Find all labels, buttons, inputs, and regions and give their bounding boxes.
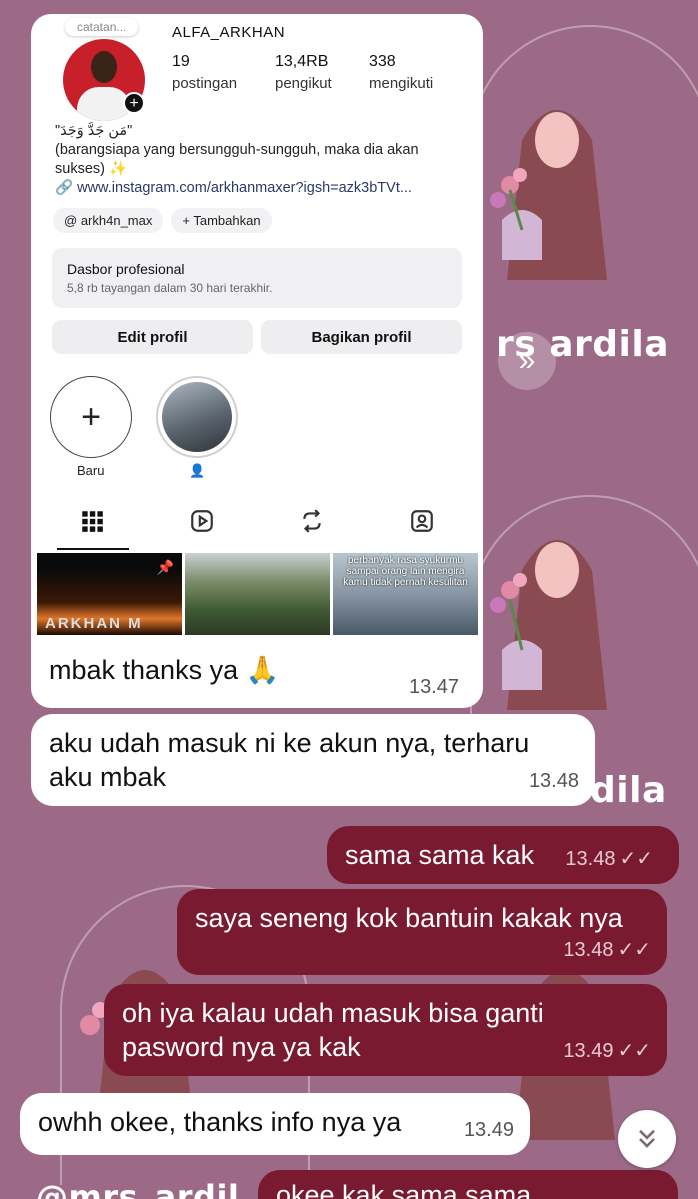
outgoing-message[interactable]: saya seneng kok bantuin kakak nya 13.48 ✓… — [177, 889, 667, 975]
post-thumbnail: 📌 ARKHAN M — [37, 553, 182, 635]
read-ticks-icon: ✓✓ — [617, 939, 651, 961]
outgoing-message[interactable]: sama sama kak 13.48 ✓✓ — [327, 826, 679, 884]
stat-number: 13,4RB — [275, 53, 329, 70]
story-highlight — [156, 376, 238, 458]
thumbnail-text: perbanyak rasa syukurmu sampai orang lai… — [343, 555, 468, 588]
outgoing-message[interactable]: okee kak sama sama — [258, 1170, 678, 1199]
highlight-thumbnail — [162, 382, 232, 452]
avatar-head — [91, 51, 117, 83]
bio-arabic: "مَن جَدَّ وَجَدَ" — [55, 123, 133, 139]
link-icon: 🔗 — [55, 180, 74, 196]
post-thumbnail: perbanyak rasa syukurmu sampai orang lai… — [333, 553, 478, 635]
tagged-person-icon — [411, 510, 433, 532]
message-time: 13.48 ✓✓ — [565, 842, 653, 876]
dashboard-title: Dasbor profesional — [67, 261, 185, 277]
message-time: 13.49 — [463, 1119, 514, 1141]
message-text: sama sama kak — [345, 840, 535, 870]
wallpaper-brand-text: dila — [590, 770, 667, 811]
stat-number: 19 — [172, 53, 190, 70]
share-profile-button: Bagikan profil — [261, 320, 462, 354]
stat-label: pengikut — [275, 75, 332, 92]
time-label: 13.48 — [563, 939, 614, 961]
stat-number: 338 — [369, 53, 396, 70]
add-chip: + Tambahkan — [171, 208, 272, 233]
message-time: 13.47 — [409, 676, 460, 698]
stat-label: postingan — [172, 75, 238, 92]
active-tab-indicator — [57, 548, 129, 550]
message-text: mbak thanks ya 🙏 — [49, 655, 280, 685]
incoming-message[interactable]: owhh okee, thanks info nya ya 13.49 — [20, 1093, 530, 1155]
repost-icon — [303, 509, 321, 533]
message-text: aku udah masuk ni ke akun nya, terharu — [49, 728, 530, 758]
stat-label: mengikuti — [369, 75, 434, 92]
instagram-screenshot-message[interactable]: + catatan... ALFA_ARKHAN 19 postingan 13… — [31, 14, 483, 708]
stat-following: 338 mengikuti — [369, 53, 433, 92]
read-ticks-icon: ✓✓ — [617, 1040, 651, 1062]
post-grid: 📌 ARKHAN M perbanyak rasa syukurmu sampa… — [37, 553, 483, 635]
reels-icon — [191, 510, 213, 532]
reposts-tab — [257, 508, 367, 539]
hijab-girl-illustration — [490, 110, 607, 280]
stat-posts: 19 postingan — [172, 53, 237, 92]
plus-icon: + — [182, 213, 190, 228]
grid-icon — [82, 511, 103, 532]
note-bubble: catatan... — [65, 18, 139, 36]
add-story-icon: + — [123, 92, 145, 114]
profile-chips: @ arkh4n_max + Tambahkan — [53, 208, 272, 233]
add-chip-label: Tambahkan — [193, 213, 261, 228]
read-ticks-icon: ✓✓ — [619, 848, 653, 870]
profile-tabbar — [31, 504, 483, 550]
profile-bio: "مَن جَدَّ وَجَدَ" (barangsiapa yang ber… — [55, 122, 465, 198]
forward-button[interactable]: » — [498, 332, 556, 390]
threads-icon: @ — [64, 213, 78, 228]
message-text: okee kak sama sama — [276, 1180, 532, 1199]
hijab-girl-illustration — [490, 540, 607, 710]
message-time: 13.48 — [528, 770, 579, 792]
grid-tab — [37, 508, 147, 539]
message-time: 13.48 ✓✓ — [563, 933, 651, 967]
profile-username: ALFA_ARKHAN — [172, 24, 286, 41]
double-chevron-down-icon — [639, 1129, 655, 1148]
bio-text: (barangsiapa yang bersungguh-sungguh, ma… — [55, 142, 419, 177]
wallpaper-bottom-text: @mrs_ardil — [36, 1178, 240, 1199]
message-text: owhh okee, thanks info nya ya — [38, 1107, 402, 1137]
new-highlight: + — [50, 376, 132, 458]
plus-icon: + — [81, 397, 101, 436]
threads-chip-label: arkh4n_max — [80, 213, 153, 228]
bio-link: 🔗 www.instagram.com/arkhanmaxer?igsh=azk… — [55, 179, 465, 198]
scroll-to-bottom-button[interactable] — [618, 1110, 676, 1168]
professional-dashboard: Dasbor profesional 5,8 rb tayangan dalam… — [52, 248, 462, 308]
message-text: aku mbak — [49, 762, 167, 792]
bio-link-text: www.instagram.com/arkhanmaxer?igsh=azk3b… — [77, 180, 412, 196]
story-highlight-label: 👤 — [189, 463, 206, 478]
incoming-message[interactable]: aku udah masuk ni ke akun nya, terharu a… — [31, 714, 595, 806]
time-label: 13.49 — [563, 1040, 614, 1062]
dashboard-subtitle: 5,8 rb tayangan dalam 30 hari terakhir. — [67, 281, 273, 295]
new-highlight-label: Baru — [77, 463, 105, 478]
reels-tab — [147, 508, 257, 539]
thumbnail-text: ARKHAN M — [45, 615, 143, 632]
post-thumbnail — [185, 553, 330, 635]
message-text: oh iya kalau udah masuk bisa ganti — [122, 998, 544, 1028]
pin-icon: 📌 — [156, 559, 174, 575]
stat-followers: 13,4RB pengikut — [275, 53, 332, 92]
tagged-tab — [367, 508, 477, 539]
outgoing-message[interactable]: oh iya kalau udah masuk bisa ganti paswo… — [104, 984, 667, 1076]
message-text: saya seneng kok bantuin kakak nya — [195, 903, 623, 933]
threads-chip: @ arkh4n_max — [53, 208, 164, 233]
forward-icon: » — [518, 344, 536, 377]
message-time: 13.49 ✓✓ — [563, 1034, 651, 1068]
time-label: 13.48 — [565, 848, 616, 870]
edit-profile-button: Edit profil — [52, 320, 253, 354]
